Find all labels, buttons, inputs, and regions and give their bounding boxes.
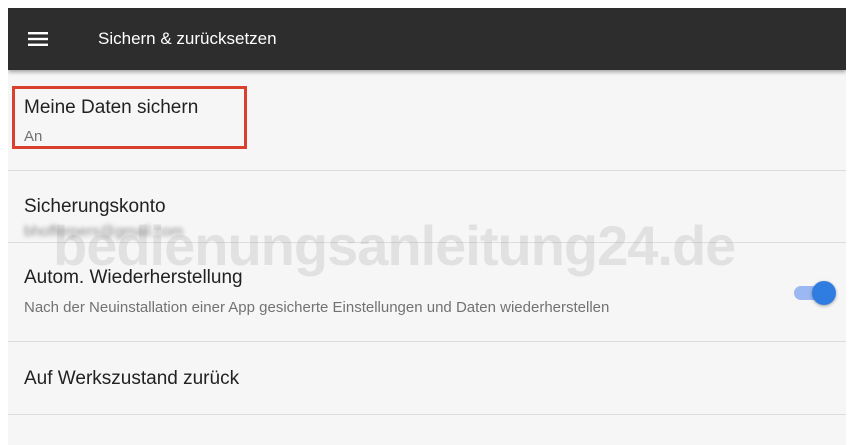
setting-factory-reset[interactable]: Auf Werkszustand zurück: [8, 342, 846, 415]
setting-backup-my-data[interactable]: Meine Daten sichern An: [8, 70, 846, 171]
settings-screen: Sichern & zurücksetzen Meine Daten siche…: [8, 8, 846, 445]
hamburger-menu-icon: [28, 32, 48, 46]
auto-restore-toggle[interactable]: [794, 281, 836, 305]
page-title: Sichern & zurücksetzen: [98, 29, 277, 48]
setting-status: An: [24, 128, 43, 145]
setting-title: Auf Werkszustand zurück: [24, 368, 240, 389]
account-email-blurred: bhofferpers@gmail.com: [24, 223, 184, 240]
app-toolbar: Sichern & zurücksetzen: [8, 8, 846, 70]
setting-backup-account[interactable]: Sicherungskonto bhofferpers@gmail.com: [8, 171, 846, 243]
menu-button[interactable]: [20, 23, 56, 55]
toggle-thumb: [812, 281, 836, 305]
setting-description: Nach der Neuinstallation einer App gesic…: [24, 299, 610, 316]
setting-title: Autom. Wiederherstellung: [24, 267, 243, 288]
setting-title: Meine Daten sichern: [24, 97, 199, 118]
screen: Sichern & zurücksetzen Meine Daten siche…: [0, 0, 849, 445]
settings-list: Meine Daten sichern An Sicherungskonto b…: [8, 70, 846, 415]
setting-title: Sicherungskonto: [24, 196, 166, 217]
setting-auto-restore[interactable]: Autom. Wiederherstellung Nach der Neuins…: [8, 243, 846, 342]
